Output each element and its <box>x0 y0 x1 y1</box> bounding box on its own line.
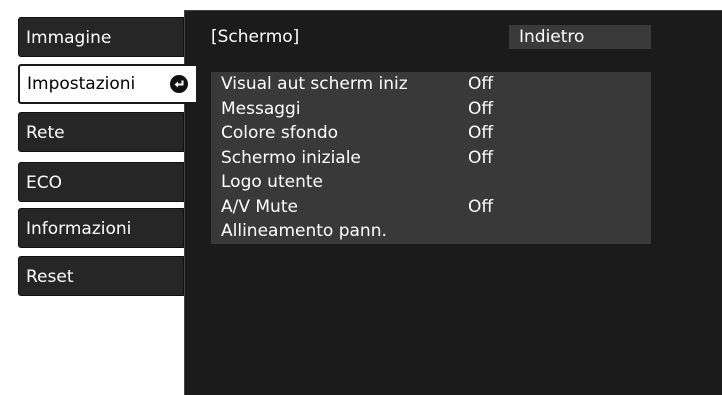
sidebar-item-label: ECO <box>26 173 62 193</box>
row-label: Colore sfondo <box>221 123 339 144</box>
menu-row-colore-sfondo[interactable]: Colore sfondo Off <box>211 121 651 146</box>
sidebar-item-eco[interactable]: ECO <box>18 162 184 202</box>
sidebar-item-label: Immagine <box>26 28 112 48</box>
row-label: A/V Mute <box>221 196 298 217</box>
menu-row-av-mute[interactable]: A/V Mute Off <box>211 195 651 220</box>
sidebar-item-impostazioni[interactable]: Impostazioni <box>18 64 196 104</box>
menu-row-visual-aut-scherm-iniz[interactable]: Visual aut scherm iniz Off <box>211 72 651 97</box>
sidebar-item-rete[interactable]: Rete <box>18 112 184 152</box>
panel-title: [Schermo] <box>211 27 300 47</box>
settings-panel: [Schermo] Indietro Visual aut scherm ini… <box>184 10 722 395</box>
row-value: Off <box>468 74 494 95</box>
sidebar-item-reset[interactable]: Reset <box>18 256 184 296</box>
row-value: Off <box>468 196 494 217</box>
sidebar-item-informazioni[interactable]: Informazioni <box>18 208 184 248</box>
menu-row-allineamento-pann[interactable]: Allineamento pann. <box>211 219 651 244</box>
row-value: Off <box>468 98 494 119</box>
menu-row-logo-utente[interactable]: Logo utente <box>211 170 651 195</box>
row-label: Visual aut scherm iniz <box>221 74 408 95</box>
row-label: Allineamento pann. <box>221 221 387 242</box>
row-label: Schermo iniziale <box>221 147 361 168</box>
menu-row-messaggi[interactable]: Messaggi Off <box>211 97 651 122</box>
row-value: Off <box>468 123 494 144</box>
sidebar-item-label: Reset <box>26 267 74 287</box>
sidebar-item-immagine[interactable]: Immagine <box>18 17 184 57</box>
menu-list: Visual aut scherm iniz Off Messaggi Off … <box>211 72 651 244</box>
sidebar-item-label: Informazioni <box>26 219 132 239</box>
sidebar-item-label: Impostazioni <box>27 74 136 94</box>
enter-arrow-icon <box>170 75 188 93</box>
row-value: Off <box>468 147 494 168</box>
back-button[interactable]: Indietro <box>509 25 651 49</box>
row-label: Messaggi <box>221 98 301 119</box>
row-label: Logo utente <box>221 172 323 193</box>
sidebar-item-label: Rete <box>26 123 65 143</box>
menu-row-schermo-iniziale[interactable]: Schermo iniziale Off <box>211 146 651 171</box>
